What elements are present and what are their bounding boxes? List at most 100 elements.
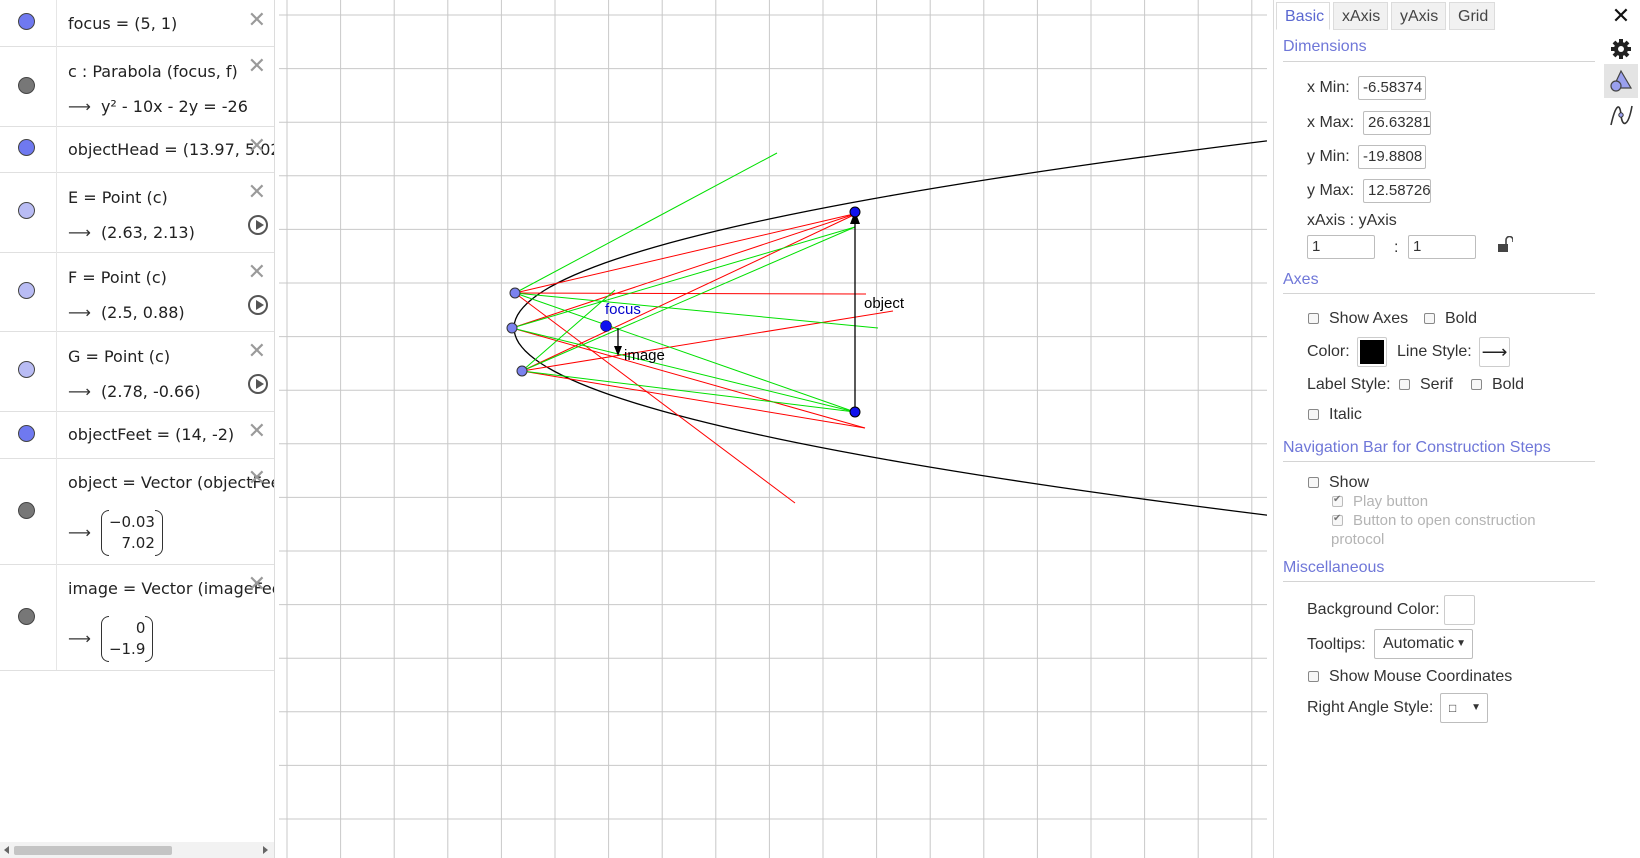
tab-grid[interactable]: Grid — [1449, 2, 1495, 30]
chevron-down-icon: ▼ — [1471, 702, 1481, 713]
visibility-toggle[interactable] — [0, 126, 57, 172]
arrow-icon: ⟶ — [68, 303, 91, 322]
visibility-toggle[interactable] — [0, 46, 57, 126]
scroll-left-icon[interactable] — [4, 846, 9, 854]
tooltips-value: Automatic — [1383, 635, 1455, 652]
italic-label: Italic — [1329, 406, 1362, 423]
definition-text[interactable]: G = Point (c) — [68, 347, 170, 366]
xmax-input[interactable]: 26.63281 — [1363, 111, 1431, 135]
horizontal-scrollbar[interactable] — [0, 842, 274, 858]
visibility-toggle[interactable] — [0, 252, 57, 331]
line-style-button[interactable]: ⟶ — [1479, 337, 1510, 367]
chevron-down-icon: ▼ — [1456, 638, 1466, 649]
definition-text[interactable]: focus = (5, 1) — [68, 14, 177, 33]
algebra-item-object[interactable]: object = Vector (objectFeet, objectHead)… — [0, 458, 274, 565]
marble-icon — [18, 139, 35, 156]
label-bold-checkbox[interactable] — [1471, 379, 1482, 390]
object-head-point — [849, 206, 861, 218]
visibility-toggle[interactable] — [0, 0, 57, 46]
play-icon[interactable] — [248, 215, 268, 235]
divider — [1283, 461, 1595, 462]
algebra-item-parabola[interactable]: c : Parabola (focus, f) ⟶ y² - 10x - 2y =… — [0, 46, 274, 127]
show-navbar-checkbox[interactable] — [1308, 477, 1319, 488]
value-label: (2.63, 2.13) — [100, 223, 195, 242]
incident-ray — [511, 226, 856, 329]
marble-icon — [18, 608, 35, 625]
axis-color-button[interactable] — [1357, 337, 1387, 367]
algebra-item-focus[interactable]: focus = (5, 1) ✕ — [0, 0, 274, 47]
algebra-item-f[interactable]: F = Point (c) ⟶ (2.5, 0.88) ✕ — [0, 252, 274, 332]
algebra-item-g[interactable]: G = Point (c) ⟶ (2.78, -0.66) ✕ — [0, 331, 274, 412]
mouse-coords-checkbox[interactable] — [1308, 671, 1319, 682]
definition-text[interactable]: F = Point (c) — [68, 268, 167, 287]
bold-label: Bold — [1445, 310, 1478, 327]
definition-text[interactable]: object = Vector (objectFeet, objectHead) — [68, 473, 274, 492]
curve-icon[interactable] — [1604, 98, 1638, 132]
definition-text[interactable]: E = Point (c) — [68, 188, 168, 207]
right-angle-select[interactable]: □ ▼ — [1440, 693, 1488, 723]
delete-icon[interactable]: ✕ — [248, 136, 266, 158]
incident-ray — [521, 370, 856, 413]
delete-icon[interactable]: ✕ — [248, 56, 266, 78]
vector-matrix: −0.03 7.02 — [100, 510, 163, 556]
xmin-input[interactable]: -6.58374 — [1358, 76, 1426, 100]
matrix-entry: 7.02 — [121, 534, 155, 552]
algebra-item-objectfeet[interactable]: objectFeet = (14, -2) ✕ — [0, 411, 274, 459]
ymin-input[interactable]: -19.8808 — [1358, 145, 1426, 169]
definition-text[interactable]: image = Vector (imageFeet, imageHead) — [68, 579, 274, 598]
parabola-curve[interactable] — [513, 0, 1267, 799]
serif-checkbox[interactable] — [1399, 379, 1410, 390]
play-icon[interactable] — [248, 295, 268, 315]
visibility-toggle[interactable] — [0, 564, 57, 670]
show-axes-checkbox[interactable] — [1308, 313, 1319, 324]
delete-icon[interactable]: ✕ — [248, 10, 266, 32]
scroll-right-icon[interactable] — [263, 846, 268, 854]
ymax-input[interactable]: 12.58726 — [1363, 179, 1431, 203]
algebra-view[interactable]: focus = (5, 1) ✕ c : Parabola (focus, f)… — [0, 0, 275, 858]
ratio-x-input[interactable]: 1 — [1307, 235, 1375, 259]
tab-xaxis[interactable]: xAxis — [1333, 2, 1388, 30]
graphics-view[interactable]: focus image object — [279, 0, 1267, 858]
delete-icon[interactable]: ✕ — [248, 574, 266, 596]
gear-icon[interactable] — [1604, 32, 1638, 66]
visibility-toggle[interactable] — [0, 411, 57, 458]
play-icon[interactable] — [248, 374, 268, 394]
definition-text[interactable]: objectFeet = (14, -2) — [68, 425, 234, 444]
value-text: ⟶ y² - 10x - 2y = -26 — [68, 97, 248, 116]
visibility-toggle[interactable] — [0, 331, 57, 411]
arrow-icon: ⟶ — [68, 522, 91, 542]
incident-ray — [511, 327, 856, 413]
definition-text[interactable]: objectHead = (13.97, 5.02) — [68, 140, 274, 159]
graphics-canvas[interactable]: focus image object — [279, 0, 1267, 858]
tab-basic[interactable]: Basic — [1276, 2, 1330, 30]
delete-icon[interactable]: ✕ — [248, 421, 266, 443]
tab-yaxis[interactable]: yAxis — [1391, 2, 1446, 30]
value-label: (2.5, 0.88) — [100, 303, 185, 322]
unlock-icon[interactable] — [1497, 236, 1513, 254]
delete-icon[interactable]: ✕ — [248, 182, 266, 204]
visibility-toggle[interactable] — [0, 458, 57, 564]
algebra-item-image[interactable]: image = Vector (imageFeet, imageHead) ⟶ 0… — [0, 564, 274, 671]
close-icon[interactable]: ✕ — [1604, 0, 1638, 34]
bold-checkbox[interactable] — [1424, 313, 1435, 324]
open-protocol-label: Button to open construction — [1353, 512, 1536, 529]
delete-icon[interactable]: ✕ — [248, 262, 266, 284]
italic-checkbox[interactable] — [1308, 409, 1319, 420]
background-color-button[interactable] — [1444, 595, 1475, 625]
tooltips-select[interactable]: Automatic ▼ — [1374, 629, 1473, 659]
xmin-label: x Min: — [1307, 79, 1350, 96]
incident-ray — [514, 292, 879, 329]
algebra-item-e[interactable]: E = Point (c) ⟶ (2.63, 2.13) ✕ — [0, 172, 274, 253]
algebra-item-objecthead[interactable]: objectHead = (13.97, 5.02) ✕ — [0, 126, 274, 173]
color-label: Color: — [1307, 343, 1350, 360]
object-feet-point — [849, 406, 861, 418]
play-button-label: Play button — [1353, 493, 1429, 510]
delete-icon[interactable]: ✕ — [248, 468, 266, 490]
graphics-view-icon[interactable] — [1604, 64, 1638, 98]
visibility-toggle[interactable] — [0, 172, 57, 252]
delete-icon[interactable]: ✕ — [248, 341, 266, 363]
scrollbar-thumb[interactable] — [14, 846, 172, 855]
definition-text[interactable]: c : Parabola (focus, f) — [68, 62, 238, 81]
vector-matrix: 0 −1.9 — [100, 616, 154, 662]
ratio-y-input[interactable]: 1 — [1408, 235, 1476, 259]
